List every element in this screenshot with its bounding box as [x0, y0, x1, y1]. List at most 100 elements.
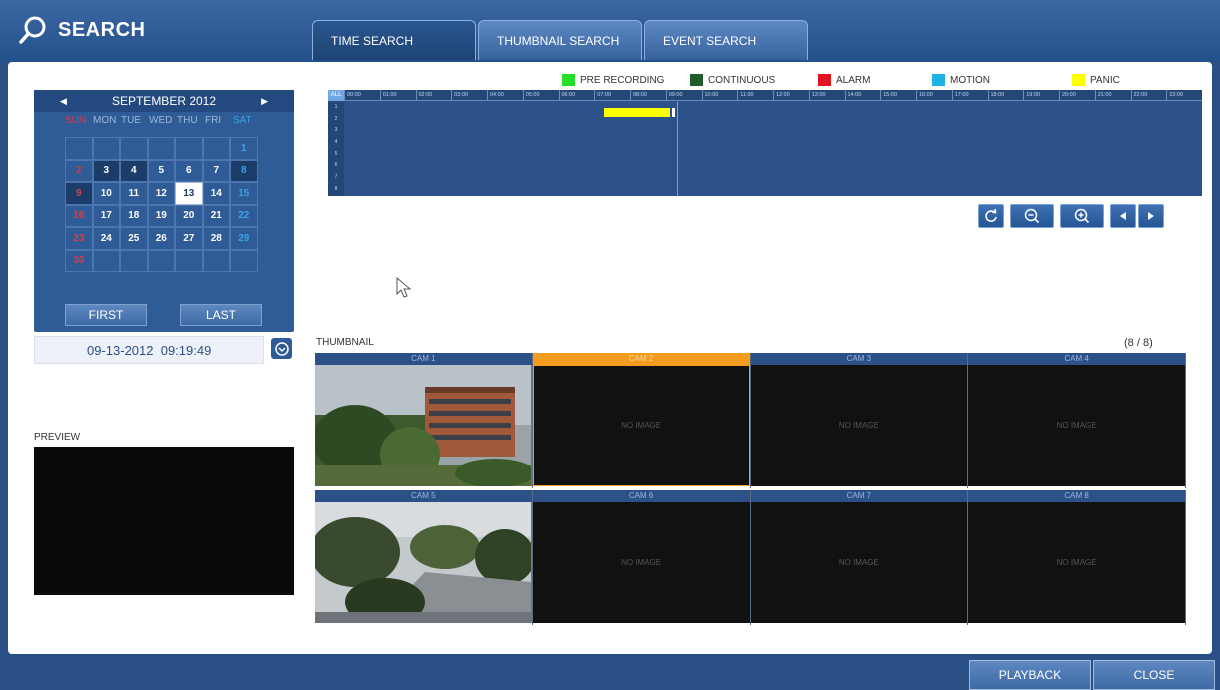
legend-label: ALARM: [836, 74, 871, 86]
tab-thumbnail-search[interactable]: THUMBNAIL SEARCH: [478, 20, 642, 60]
timeline-hour-label: 03:00: [451, 90, 487, 101]
cam-title: CAM 4: [968, 353, 1185, 365]
timeline-marker: [672, 108, 675, 117]
calendar-day[interactable]: 23: [65, 227, 93, 250]
calendar-day[interactable]: 28: [202, 227, 230, 250]
legend-swatch-pre-recording: [562, 74, 575, 86]
thumbnail-grid: CAM 1 CAM 2 NO IMAGE CAM 3 NO IMAGE CAM …: [315, 353, 1186, 625]
tab-bar: TIME SEARCH THUMBNAIL SEARCH EVENT SEARC…: [312, 20, 810, 60]
legend-label: PRE RECORDING: [580, 74, 665, 86]
timeline-channel-number: 6: [334, 162, 338, 169]
weekday-sun: SUN: [65, 115, 87, 126]
calendar-month-label: SEPTEMBER 2012: [111, 94, 217, 108]
prev-month-icon[interactable]: ◀: [60, 96, 67, 107]
legend-swatch-alarm: [818, 74, 831, 86]
footer-bar: PLAYBACK CLOSE: [0, 658, 1220, 690]
zoom-out-button[interactable]: [1010, 204, 1054, 228]
first-button[interactable]: FIRST: [65, 304, 147, 326]
timeline-hour-label: 17:00: [951, 90, 988, 101]
legend-continuous: CONTINUOUS: [690, 74, 775, 86]
legend-swatch-panic: [1072, 74, 1085, 86]
calendar-empty-cell: [202, 137, 230, 160]
timeline-hour-label: 05:00: [522, 90, 559, 101]
legend-label: PANIC: [1090, 74, 1120, 86]
thumbnail-cam-3[interactable]: CAM 3 NO IMAGE: [750, 353, 969, 488]
timeline-hour-label: 21:00: [1094, 90, 1131, 101]
playback-button[interactable]: PLAYBACK: [969, 660, 1091, 690]
calendar-weekdays: SUN MON TUE WED THU FRI SAT: [34, 112, 294, 132]
last-button[interactable]: LAST: [180, 304, 262, 326]
thumbnail-cam-2[interactable]: CAM 2 NO IMAGE: [532, 353, 751, 488]
timeline-controls: [978, 204, 1170, 228]
timeline-channel-number: 4: [334, 139, 338, 146]
calendar-day[interactable]: 18: [120, 204, 148, 227]
thumbnail-cam-8[interactable]: CAM 8 NO IMAGE: [968, 490, 1186, 625]
calendar-day[interactable]: 5: [147, 159, 175, 182]
calendar-empty-cell: [147, 137, 175, 160]
calendar-empty-cell: [175, 137, 203, 160]
calendar-day[interactable]: 6: [175, 159, 203, 182]
calendar-header: ◀ SEPTEMBER 2012 ▶: [34, 90, 294, 112]
calendar-day[interactable]: 21: [202, 204, 230, 227]
calendar-day[interactable]: 15: [230, 182, 258, 205]
calendar-day[interactable]: 25: [120, 227, 148, 250]
timeline[interactable]: ALL 00:00 01:00 02:00 03:00 04:00 05:00 06:00 0…: [328, 90, 1202, 196]
calendar-day[interactable]: 11: [120, 182, 148, 205]
timeline-channel-number: 8: [334, 185, 338, 192]
refresh-icon: [985, 209, 997, 222]
calendar: ◀ SEPTEMBER 2012 ▶ SUN MON TUE WED THU F…: [34, 90, 294, 332]
calendar-day[interactable]: 14: [202, 182, 230, 205]
timeline-channel-number: 1: [334, 104, 338, 110]
datetime-display: 09-13-2012 09:19:49: [34, 336, 264, 364]
cam-image: [315, 502, 532, 623]
calendar-empty-cell: [92, 249, 120, 272]
calendar-day[interactable]: 27: [175, 227, 203, 250]
datetime-dropdown-button[interactable]: [271, 338, 292, 359]
no-image-text: NO IMAGE: [750, 365, 968, 486]
thumbnail-cam-6[interactable]: CAM 6 NO IMAGE: [532, 490, 751, 625]
calendar-day[interactable]: 7: [202, 159, 230, 182]
calendar-day[interactable]: 29: [230, 227, 258, 250]
calendar-day[interactable]: 10: [92, 182, 120, 205]
cam-title: CAM 1: [315, 353, 532, 365]
thumbnail-cam-5[interactable]: CAM 5: [315, 490, 533, 625]
calendar-day[interactable]: 8: [230, 159, 258, 182]
next-button[interactable]: [1138, 204, 1164, 228]
thumbnail-cam-7[interactable]: CAM 7 NO IMAGE: [750, 490, 969, 625]
calendar-day[interactable]: 20: [175, 204, 203, 227]
next-month-icon[interactable]: ▶: [261, 96, 268, 107]
timeline-hour-label: 19:00: [1023, 90, 1059, 101]
calendar-grid: 1 2 3 4 5 6 7 8 9 10 11 12 13 14 15 16 17 18 19 20 21 22 23 24 2…: [65, 137, 258, 272]
timeline-panic-segment: [604, 108, 670, 117]
calendar-day[interactable]: 19: [147, 204, 175, 227]
calendar-day[interactable]: 1: [230, 137, 258, 160]
timeline-all-button[interactable]: ALL: [328, 90, 344, 101]
refresh-button[interactable]: [978, 204, 1004, 228]
mouse-pointer-icon: [396, 277, 412, 298]
calendar-day[interactable]: 30: [65, 249, 93, 272]
tab-time-search[interactable]: TIME SEARCH: [312, 20, 476, 60]
calendar-day[interactable]: 3: [92, 159, 120, 182]
calendar-day[interactable]: 2: [65, 159, 93, 182]
calendar-day[interactable]: 4: [120, 159, 148, 182]
timeline-hour-label: 10:00: [701, 90, 738, 101]
calendar-day[interactable]: 9: [65, 182, 93, 205]
header-bar: SEARCH TIME SEARCH THUMBNAIL SEARCH EVEN…: [0, 0, 1220, 62]
calendar-day[interactable]: 12: [147, 182, 175, 205]
tab-event-search[interactable]: EVENT SEARCH: [644, 20, 808, 60]
timeline-hour-label: 01:00: [379, 90, 416, 101]
calendar-day[interactable]: 17: [92, 204, 120, 227]
timeline-channel-number: 5: [334, 150, 338, 157]
zoom-in-button[interactable]: [1060, 204, 1104, 228]
prev-button[interactable]: [1110, 204, 1136, 228]
timeline-cursor[interactable]: [677, 102, 678, 196]
thumbnail-cam-4[interactable]: CAM 4 NO IMAGE: [968, 353, 1186, 488]
legend-motion: MOTION: [932, 74, 990, 86]
calendar-day[interactable]: 26: [147, 227, 175, 250]
calendar-day[interactable]: 16: [65, 204, 93, 227]
calendar-day[interactable]: 24: [92, 227, 120, 250]
calendar-day[interactable]: 22: [230, 204, 258, 227]
thumbnail-cam-1[interactable]: CAM 1: [315, 353, 533, 488]
calendar-day[interactable]: 13: [175, 182, 203, 205]
close-button[interactable]: CLOSE: [1093, 660, 1215, 690]
